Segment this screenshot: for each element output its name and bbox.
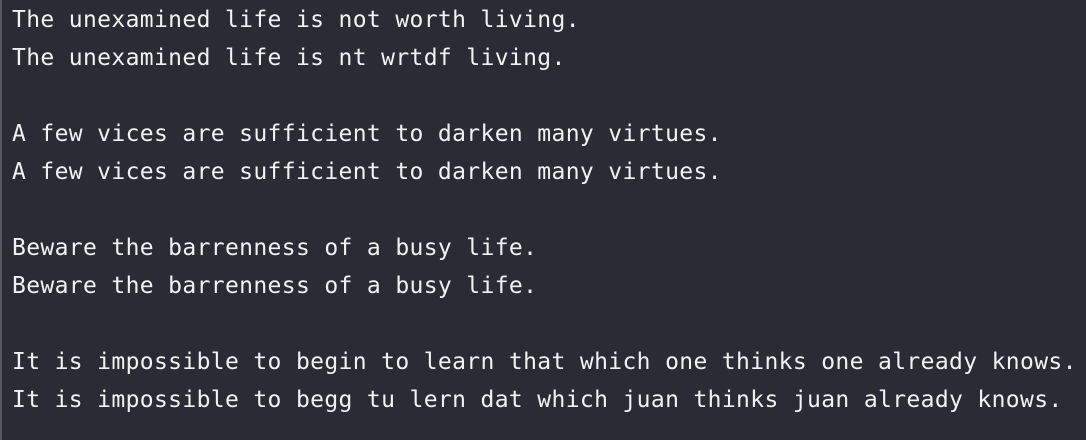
terminal-output: The unexamined life is not worth living.…: [12, 1, 1086, 419]
terminal-line-6-blank: [12, 191, 1086, 229]
terminal-line-8: Beware the barrenness of a busy life.: [12, 273, 538, 299]
terminal-line-4: A few vices are sufficient to darken man…: [12, 121, 722, 147]
terminal-line-11: It is impossible to begg tu lern dat whi…: [12, 387, 1063, 413]
terminal-line-1: The unexamined life is not worth living.: [12, 7, 580, 33]
terminal-line-10: It is impossible to begin to learn that …: [12, 349, 1077, 375]
terminal-line-7: Beware the barrenness of a busy life.: [12, 235, 538, 261]
terminal-line-3-blank: [12, 77, 1086, 115]
terminal-line-9-blank: [12, 305, 1086, 343]
terminal-window[interactable]: The unexamined life is not worth living.…: [0, 0, 1086, 440]
terminal-line-2: The unexamined life is nt wrtdf living.: [12, 45, 566, 71]
terminal-line-5: A few vices are sufficient to darken man…: [12, 159, 722, 185]
